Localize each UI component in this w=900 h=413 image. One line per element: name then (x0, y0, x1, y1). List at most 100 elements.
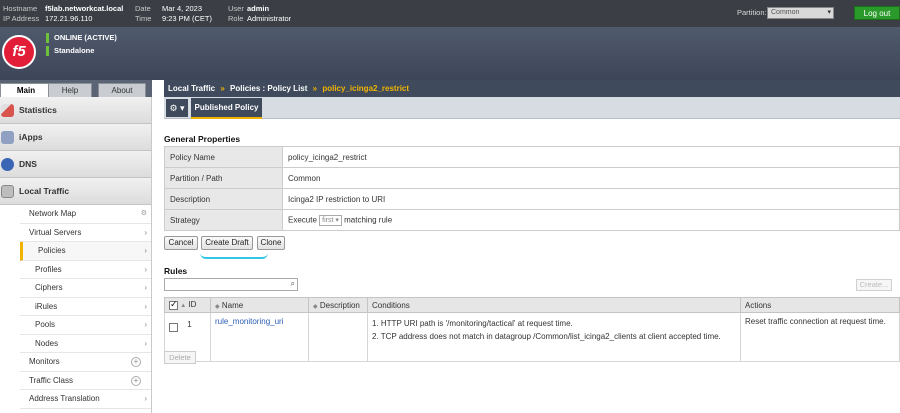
nav-item-irules[interactable]: iRules › (20, 298, 151, 316)
header-name[interactable]: ◆ Name (210, 297, 309, 313)
gear-icon: ⚙ (140, 210, 147, 217)
nav-item-profiles[interactable]: Profiles › (20, 261, 151, 279)
nav-section-statistics[interactable]: Statistics (0, 97, 151, 124)
header-description[interactable]: ◆ Description (308, 297, 368, 313)
nav-item-traffic-class[interactable]: Traffic Class + (20, 372, 151, 390)
breadcrumb-policy-list[interactable]: Policies : Policy List (230, 84, 307, 93)
sort-asc-icon: ▲ (180, 303, 187, 310)
tab-about[interactable]: About (98, 83, 146, 97)
rule-name-link[interactable]: rule_monitoring_uri (215, 317, 283, 326)
create-rule-button[interactable]: Create... (856, 279, 892, 291)
nav-item-label: iRules (35, 301, 58, 311)
ip-label: IP Address (3, 14, 40, 23)
time-label: Time (135, 14, 152, 23)
banner: f5 ONLINE (ACTIVE) Standalone (0, 27, 900, 80)
dns-icon (1, 158, 14, 171)
role-label: Role (228, 14, 244, 23)
chevron-right-icon: › (144, 264, 147, 274)
table-row: 1 rule_monitoring_uri 1. HTTP URI path i… (164, 312, 900, 362)
general-properties-title: General Properties (164, 134, 241, 144)
nav-item-policies[interactable]: Policies › (20, 242, 151, 261)
nav-section-dns[interactable]: DNS (0, 151, 151, 178)
rule-condition-2: 2. TCP address does not match in datagro… (372, 332, 721, 341)
nav-section-local-traffic[interactable]: Local Traffic (0, 178, 151, 205)
rules-table: ▲ ID ◆ Name ◆ Description Conditions Act… (164, 297, 900, 362)
chevron-right-icon: › (144, 283, 147, 292)
add-icon[interactable]: + (131, 357, 141, 367)
header-name-label: Name (221, 300, 244, 310)
header-id[interactable]: ▲ ID (164, 297, 211, 313)
host-info: Hostname f5lab.networkcat.local IP Addres… (3, 4, 123, 24)
nav-item-label: Policies (38, 246, 66, 255)
table-row: Description Icinga2 IP restriction to UR… (164, 188, 900, 210)
partition-select[interactable]: Common ▾ (767, 7, 834, 19)
gear-menu-icon[interactable]: ⚙ ▾ (166, 99, 188, 117)
nav-item-label: Pools (35, 320, 56, 329)
nav-section-iapps[interactable]: iApps (0, 124, 151, 151)
description-label: Description (164, 188, 283, 210)
clone-button[interactable]: Clone (257, 236, 285, 250)
local-traffic-icon (1, 185, 14, 198)
create-draft-button[interactable]: Create Draft (201, 236, 253, 250)
top-bar: Hostname f5lab.networkcat.local IP Addres… (0, 0, 900, 27)
nav-section-label: Local Traffic (19, 186, 70, 196)
cancel-button[interactable]: Cancel (164, 236, 198, 250)
breadcrumb-separator: » (220, 84, 225, 93)
tab-main[interactable]: Main (0, 83, 52, 97)
time-value: 9:23 PM (CET) (162, 14, 213, 23)
rule-checkbox[interactable] (169, 323, 178, 332)
content-tabs: ⚙ ▾ Published Policy (164, 97, 900, 119)
device-status: ONLINE (ACTIVE) Standalone (46, 33, 117, 59)
header-id-label: ID (188, 300, 197, 310)
chevron-right-icon: › (144, 338, 147, 348)
strategy-select[interactable]: first ▾ (319, 214, 342, 226)
nav-item-address-translation[interactable]: Address Translation › (20, 390, 151, 409)
delete-button[interactable]: Delete (164, 351, 196, 364)
iapps-icon (1, 131, 14, 144)
rule-conditions-cell: 1. HTTP URI path is '/monitoring/tactica… (367, 312, 741, 362)
strategy-select-value: first (322, 216, 334, 224)
header-actions: Actions (740, 297, 900, 313)
tab-help[interactable]: Help (48, 83, 92, 97)
rule-description-cell (308, 312, 368, 362)
breadcrumb-current: policy_icinga2_restrict (322, 84, 410, 93)
breadcrumb-separator: » (312, 84, 318, 93)
rules-title: Rules (164, 266, 188, 276)
partition-value: Common (771, 9, 800, 16)
logout-button[interactable]: Log out (854, 6, 900, 20)
breadcrumb-local-traffic[interactable]: Local Traffic (168, 84, 215, 93)
user-value: admin (247, 4, 270, 13)
nav-item-nodes[interactable]: Nodes › (20, 335, 151, 353)
nav-tabs: Main Help About (0, 80, 152, 97)
policy-name-value: policy_icinga2_restrict (282, 146, 900, 168)
table-row: Policy Name policy_icinga2_restrict (164, 146, 900, 168)
hostname-label: Hostname (3, 4, 38, 13)
nav-section-label: Statistics (19, 105, 57, 115)
chevron-right-icon: › (144, 320, 147, 329)
nav-item-ciphers[interactable]: Ciphers › (20, 279, 151, 298)
chevron-right-icon: › (144, 227, 147, 237)
tab-published-policy[interactable]: Published Policy (191, 98, 262, 119)
chevron-right-icon: › (144, 394, 147, 403)
chevron-down-icon: ▾ (335, 216, 339, 224)
nav-item-monitors[interactable]: Monitors + (20, 353, 151, 372)
select-all-checkbox[interactable] (169, 299, 178, 310)
rule-name-cell: rule_monitoring_uri (210, 312, 309, 362)
nav-item-network-map[interactable]: Network Map ⚙ (20, 205, 151, 224)
left-nav: Statistics iApps DNS Local Traffic Netwo… (0, 97, 152, 413)
chevron-right-icon: › (144, 246, 147, 255)
search-icon[interactable]: ⌕ (291, 279, 295, 289)
breadcrumb: Local Traffic » Policies : Policy List »… (164, 80, 900, 97)
nav-item-label: Virtual Servers (29, 227, 82, 237)
nav-item-pools[interactable]: Pools › (20, 316, 151, 335)
role-value: Administrator (247, 14, 292, 23)
nav-section-label: DNS (19, 159, 37, 169)
partition-label: Partition: (737, 8, 767, 17)
strategy-prefix: Execute (288, 215, 317, 225)
add-icon[interactable]: + (131, 375, 141, 386)
strategy-suffix: matching rule (344, 215, 393, 225)
nav-item-virtual-servers[interactable]: Virtual Servers › (20, 224, 151, 242)
ip-value: 172.21.96.110 (45, 14, 93, 23)
rules-filter-input[interactable]: ⌕ (164, 278, 298, 291)
sort-icon: ◆ (215, 303, 220, 310)
